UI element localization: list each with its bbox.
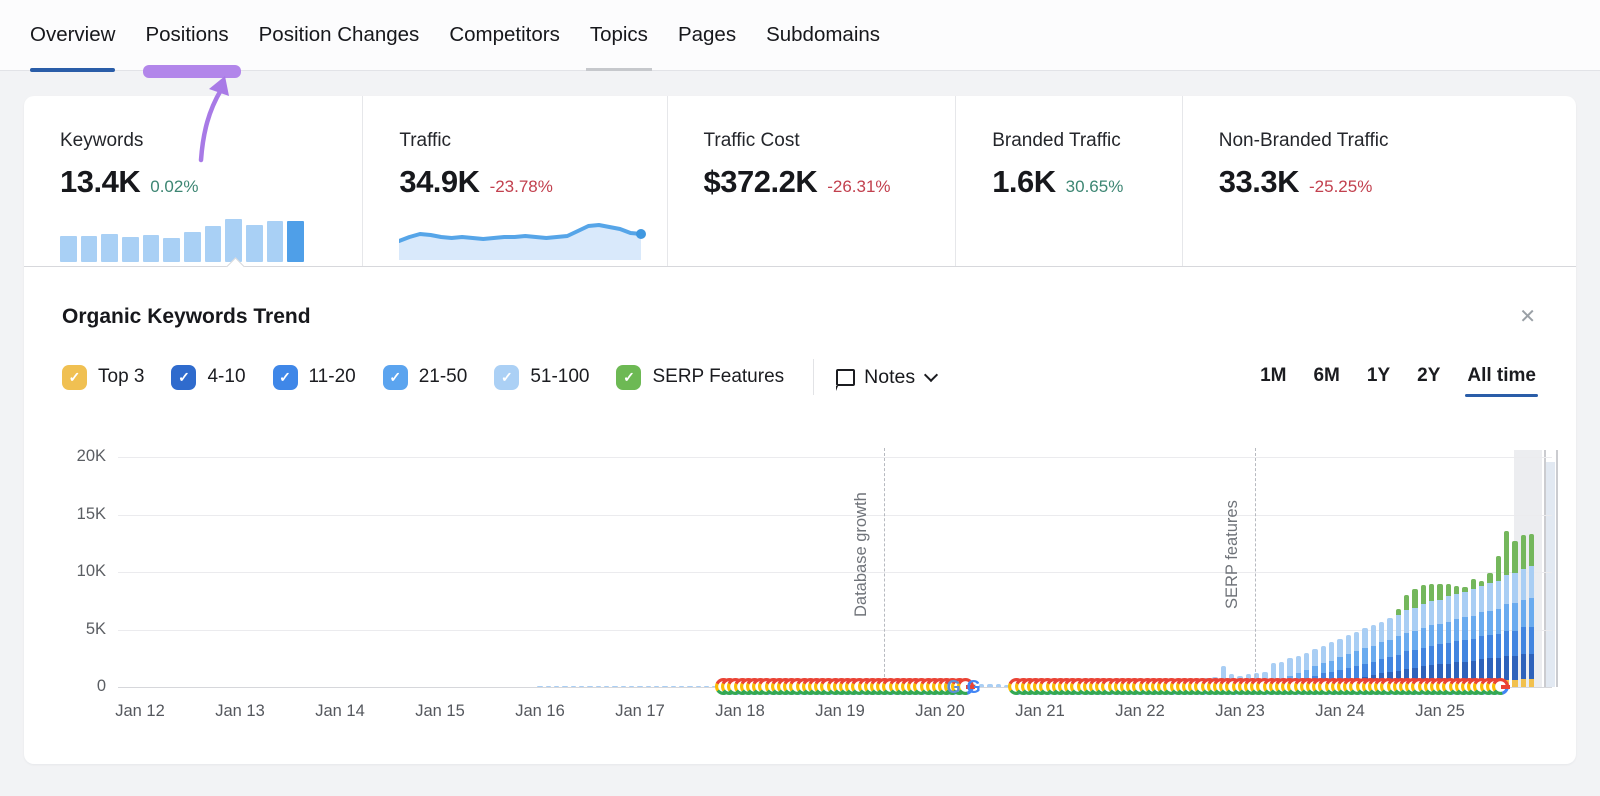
range-all-time[interactable]: All time <box>1467 365 1536 389</box>
mini-bar <box>60 236 77 262</box>
tab-bar: Overview Positions Position Changes Competi… <box>0 0 1600 71</box>
metrics-row: Keywords13.4K0.02%Traffic34.9K-23.78%Tra… <box>24 96 1576 266</box>
annotation-highlight-bar <box>143 65 240 78</box>
metric-change: -25.25% <box>1309 177 1372 197</box>
metric-keywords[interactable]: Keywords 13.4K 0.02% <box>24 96 362 266</box>
mini-bar <box>287 221 304 262</box>
mini-bar <box>81 236 98 262</box>
legend-checkbox-top-3[interactable]: ✓ Top 3 <box>62 365 144 390</box>
checkbox-icon: ✓ <box>273 365 298 390</box>
note-flag-icon <box>836 369 855 386</box>
tab-label: Overview <box>30 23 115 47</box>
mini-bar <box>267 221 284 262</box>
metric-label: Keywords <box>60 130 344 152</box>
hover-tab-underline <box>586 68 652 71</box>
metric-change: 0.02% <box>150 177 198 197</box>
legend-label: 51-100 <box>530 366 589 388</box>
tab-label: Pages <box>678 23 736 47</box>
metric-value: 33.3K <box>1219 164 1299 200</box>
tab-position-changes[interactable]: Position Changes <box>259 0 420 70</box>
checkbox-icon: ✓ <box>62 365 87 390</box>
metric-label: Traffic <box>399 130 648 152</box>
metric-label: Branded Traffic <box>992 130 1164 152</box>
mini-bar <box>205 226 222 262</box>
mini-bar <box>246 225 263 262</box>
mini-bar <box>163 238 180 262</box>
traffic-sparkline <box>399 214 648 264</box>
range-2y[interactable]: 2Y <box>1417 365 1440 389</box>
range-label: 1Y <box>1367 365 1390 386</box>
range-label: 6M <box>1313 365 1339 386</box>
tab-overview[interactable]: Overview <box>30 0 115 70</box>
metric-value: 13.4K <box>60 164 140 200</box>
tab-label: Positions <box>145 23 228 47</box>
checkbox-icon: ✓ <box>171 365 196 390</box>
metric-change: 30.65% <box>1066 177 1124 197</box>
metric-value: 1.6K <box>992 164 1055 200</box>
tab-label: Subdomains <box>766 23 880 47</box>
keywords-mini-bar-chart <box>60 214 344 264</box>
overview-card: Keywords13.4K0.02%Traffic34.9K-23.78%Tra… <box>24 96 1576 764</box>
tab-label: Competitors <box>449 23 560 47</box>
checkbox-icon: ✓ <box>494 365 519 390</box>
notes-label: Notes <box>864 366 915 389</box>
legend-label: 4-10 <box>207 366 245 388</box>
legend-checkbox-11-20[interactable]: ✓ 11-20 <box>273 365 356 390</box>
sparkline-end-dot <box>636 229 646 239</box>
tabs: Overview Positions Position Changes Competi… <box>0 0 1600 70</box>
metric-label: Non-Branded Traffic <box>1219 130 1558 152</box>
range-1y[interactable]: 1Y <box>1367 365 1390 389</box>
metric-label: Traffic Cost <box>704 130 938 152</box>
legend-label: SERP Features <box>652 366 784 388</box>
checkbox-icon: ✓ <box>383 365 408 390</box>
range-label: 1M <box>1260 365 1286 386</box>
metric-value: 34.9K <box>399 164 479 200</box>
range-6m[interactable]: 6M <box>1313 365 1339 389</box>
time-range-selector: 1M 6M 1Y 2Y All time <box>1260 365 1536 389</box>
metric-traffic[interactable]: Traffic 34.9K -23.78% <box>362 96 666 266</box>
legend-label: 11-20 <box>309 366 356 388</box>
legend-checkbox-serp-features[interactable]: ✓ SERP Features <box>616 365 784 390</box>
mini-bar <box>122 237 139 262</box>
mini-bar <box>184 232 201 262</box>
metric-change: -23.78% <box>490 177 553 197</box>
tab-positions[interactable]: Positions <box>145 0 228 70</box>
legend-checkbox-21-50[interactable]: ✓ 21-50 <box>383 365 468 390</box>
metric-traffic-cost[interactable]: Traffic Cost $372.2K -26.31% <box>667 96 956 266</box>
notes-dropdown[interactable]: Notes <box>836 366 936 389</box>
metric-branded-traffic[interactable]: Branded Traffic 1.6K 30.65% <box>955 96 1182 266</box>
legend-divider <box>813 359 814 395</box>
metrics-divider <box>24 266 1576 267</box>
tab-label: Position Changes <box>259 23 420 47</box>
legend-checkbox-51-100[interactable]: ✓ 51-100 <box>494 365 589 390</box>
tab-subdomains[interactable]: Subdomains <box>766 0 880 70</box>
tab-pages[interactable]: Pages <box>678 0 736 70</box>
chevron-down-icon <box>924 367 938 381</box>
tab-label: Topics <box>590 23 648 47</box>
mini-bar <box>225 219 242 262</box>
trend-section-title: Organic Keywords Trend <box>62 305 311 329</box>
active-tab-underline <box>30 68 115 72</box>
range-1m[interactable]: 1M <box>1260 365 1286 389</box>
metric-non-branded-traffic[interactable]: Non-Branded Traffic 33.3K -25.25% <box>1182 96 1576 266</box>
legend-checkbox-4-10[interactable]: ✓ 4-10 <box>171 365 245 390</box>
mini-bar <box>143 235 160 262</box>
range-label: All time <box>1467 365 1536 386</box>
close-icon[interactable]: ✕ <box>1519 307 1536 327</box>
checkbox-icon: ✓ <box>616 365 641 390</box>
range-label: 2Y <box>1417 365 1440 386</box>
tab-competitors[interactable]: Competitors <box>449 0 560 70</box>
active-range-underline <box>1465 394 1538 398</box>
tab-topics[interactable]: Topics <box>590 0 648 70</box>
metric-change: -26.31% <box>827 177 890 197</box>
metric-value: $372.2K <box>704 164 818 200</box>
legend-label: 21-50 <box>419 366 468 388</box>
legend-row: ✓ Top 3 ✓ 4-10 ✓ 11-20 ✓ 21-50 ✓ 51-100 ✓ SERP Feat… <box>24 359 1576 395</box>
sparkline-svg <box>399 214 651 264</box>
legend-label: Top 3 <box>98 366 144 388</box>
mini-bar <box>101 234 118 262</box>
